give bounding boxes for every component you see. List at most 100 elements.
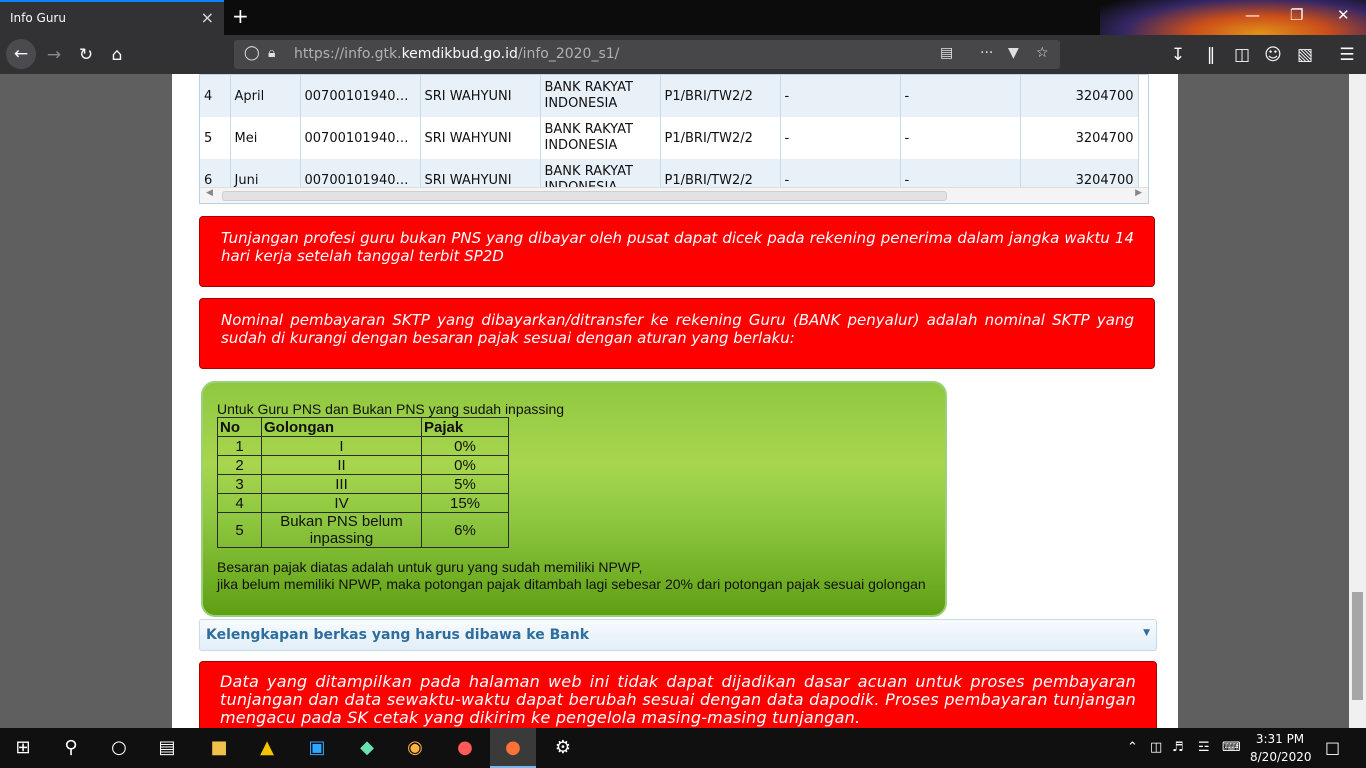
tax-row: 4 IV 15% [217, 493, 509, 513]
media-app-icon[interactable]: ◉ [392, 728, 438, 768]
notice-nominal-text: Nominal pembayaran SKTP yang dibayarkan/… [221, 311, 1134, 347]
taskbar-clock[interactable]: 3:31 PM 8/20/2020 [1250, 730, 1312, 766]
scroll-left-icon[interactable]: ◀ [206, 188, 213, 198]
tax-cell-no: 1 [217, 436, 262, 456]
lock-icon[interactable]: 🔒︎ [268, 45, 275, 61]
cell-bank: BANK RAKYAT INDONESIA [540, 117, 661, 159]
cell-nominal: 3204700 [1020, 75, 1139, 117]
tax-header-golongan: Golongan [261, 417, 422, 437]
bookmark-star-icon[interactable]: ☆ [1036, 45, 1049, 61]
address-bar[interactable]: ◯ 🔒︎ https://info.gtk.kemdikbud.go.id/in… [234, 40, 1060, 69]
tax-note-line2: jika belum memiliki NPWP, maka potongan … [217, 576, 926, 592]
back-arrow-icon[interactable]: ← [6, 39, 36, 69]
tax-info-box: Untuk Guru PNS dan Bukan PNS yang sudah … [201, 381, 947, 617]
translate-icon[interactable]: ▧ [1292, 42, 1318, 68]
account-icon[interactable]: ☺ [1260, 42, 1286, 68]
library-icon[interactable]: ‖ [1198, 42, 1224, 68]
accordion-berkas-bank[interactable]: Kelengkapan berkas yang harus dibawa ke … [199, 619, 1157, 651]
horizontal-scroll-thumb[interactable] [222, 191, 947, 201]
vertical-scroll-thumb[interactable] [1352, 592, 1363, 700]
accordion-label[interactable]: Kelengkapan berkas yang harus dibawa ke … [206, 627, 589, 643]
navigation-toolbar: ← → ↻ ⌂ ◯ 🔒︎ https://info.gtk.kemdikbud.… [0, 35, 1366, 74]
photoshop-icon[interactable]: ▣ [294, 728, 340, 768]
cell-c2: - [900, 117, 1021, 159]
notice-sp2d: Tunjangan profesi guru bukan PNS yang di… [199, 216, 1155, 287]
tax-note-line1: Besaran pajak diatas adalah untuk guru y… [217, 559, 643, 575]
reader-view-icon[interactable]: ▤ [940, 45, 953, 61]
tax-table: No Golongan Pajak 1 I 0% 2 II 0% 3 III 5% 4 IV 15% 5… [217, 417, 509, 548]
windows-start-icon[interactable]: ⊞ [0, 728, 46, 768]
browser-titlebar: Info Guru × + — ❐ ✕ [0, 0, 1366, 74]
tax-cell-no: 4 [217, 493, 262, 513]
file-explorer-icon[interactable]: ■ [196, 728, 242, 768]
network-icon[interactable]: ☲ [1198, 740, 1210, 755]
camera-app-icon[interactable]: ● [442, 728, 488, 768]
notice-nominal-sktp: Nominal pembayaran SKTP yang dibayarkan/… [199, 298, 1155, 369]
notifications-icon[interactable]: □ [1325, 738, 1340, 757]
home-icon[interactable]: ⌂ [104, 42, 130, 68]
horizontal-scrollbar[interactable]: ◀ ▶ [200, 187, 1148, 203]
menu-icon[interactable]: ☰ [1334, 42, 1360, 68]
forward-arrow-icon[interactable]: → [41, 42, 67, 68]
scroll-right-icon[interactable]: ▶ [1135, 188, 1142, 198]
tray-chevron-up-icon[interactable]: ⌃ [1127, 740, 1138, 755]
tax-row: 5 Bukan PNS belum inpassing 6% [217, 512, 509, 548]
cell-kode: P1/BRI/TW2/2 [660, 75, 781, 117]
tax-cell-golongan: I [261, 436, 422, 456]
tax-cell-golongan: Bukan PNS belum inpassing [261, 512, 422, 548]
reload-icon[interactable]: ↻ [73, 42, 99, 68]
browser-tab[interactable]: Info Guru × [0, 0, 224, 35]
cell-bulan: Mei [230, 117, 301, 159]
tab-title: Info Guru [10, 11, 66, 25]
editor-app-icon[interactable]: ◆ [344, 728, 390, 768]
volume-icon[interactable]: ♬ [1172, 740, 1184, 755]
cell-c2: - [900, 75, 1021, 117]
notice-disclaimer: Data yang ditampilkan pada halaman web i… [199, 661, 1157, 728]
tax-cell-golongan: IV [261, 493, 422, 513]
table-row: 5 Mei 007001019408... SRI WAHYUNI BANK RAKYA… [200, 117, 1139, 159]
windows-taskbar: ⊞ ⚲ ○ ▤ ■ ▲ ▣ ◆ ◉ ● ● ⚙ ⌃ ◫ ♬ ☲ ⌨ 3:31 P… [0, 728, 1366, 768]
cell-rekening: 007001019408... [300, 117, 421, 159]
new-tab-button[interactable]: + [232, 4, 249, 28]
cell-no: 5 [200, 117, 231, 159]
cell-bank: BANK RAKYAT INDONESIA [540, 75, 661, 117]
tax-cell-pajak: 6% [421, 512, 509, 548]
sidebar-icon[interactable]: ◫ [1229, 42, 1255, 68]
tax-row: 2 II 0% [217, 455, 509, 475]
payments-table-container: 4 April 007001019408... SRI WAHYUNI BANK RAK… [199, 74, 1149, 204]
vertical-scrollbar[interactable] [1349, 74, 1366, 728]
page-actions-icon[interactable]: ··· [980, 45, 993, 61]
cell-no: 4 [200, 75, 231, 117]
tax-row: 1 I 0% [217, 436, 509, 456]
cortana-icon[interactable]: ○ [96, 728, 142, 768]
tax-cell-golongan: III [261, 474, 422, 494]
maximize-icon[interactable]: ❐ [1290, 6, 1303, 24]
firefox-icon[interactable]: ● [490, 728, 536, 768]
task-view-icon[interactable]: ▤ [144, 728, 190, 768]
downloads-icon[interactable]: ↧ [1165, 42, 1191, 68]
cell-nama: SRI WAHYUNI [420, 75, 541, 117]
page-content: 4 April 007001019408... SRI WAHYUNI BANK RAK… [172, 74, 1178, 728]
keyboard-icon[interactable]: ⌨ [1222, 740, 1241, 755]
tax-row: 3 III 5% [217, 474, 509, 494]
tax-cell-pajak: 5% [421, 474, 509, 494]
tax-cell-no: 2 [217, 455, 262, 475]
shield-icon[interactable]: ◯ [244, 45, 260, 61]
triangle-app-icon[interactable]: ▲ [244, 728, 290, 768]
chevron-down-icon[interactable]: ▼ [1143, 628, 1150, 638]
tax-cell-pajak: 0% [421, 455, 509, 475]
search-icon[interactable]: ⚲ [48, 728, 94, 768]
notice-disclaimer-text: Data yang ditampilkan pada halaman web i… [220, 672, 1136, 727]
cell-rekening: 007001019408... [300, 75, 421, 117]
window-close-icon[interactable]: ✕ [1337, 6, 1350, 24]
tax-header-pajak: Pajak [421, 417, 509, 437]
table-row: 4 April 007001019408... SRI WAHYUNI BANK RAK… [200, 75, 1139, 117]
clock-time: 3:31 PM [1255, 732, 1305, 746]
pocket-icon[interactable]: ▼ [1008, 45, 1019, 61]
cell-kode: P1/BRI/TW2/2 [660, 117, 781, 159]
battery-icon[interactable]: ◫ [1150, 740, 1162, 755]
minimize-icon[interactable]: — [1245, 6, 1260, 24]
url-text[interactable]: https://info.gtk.kemdikbud.go.id/info_20… [294, 46, 619, 62]
settings-gear-icon[interactable]: ⚙ [540, 728, 586, 768]
tab-close-icon[interactable]: × [201, 8, 214, 27]
